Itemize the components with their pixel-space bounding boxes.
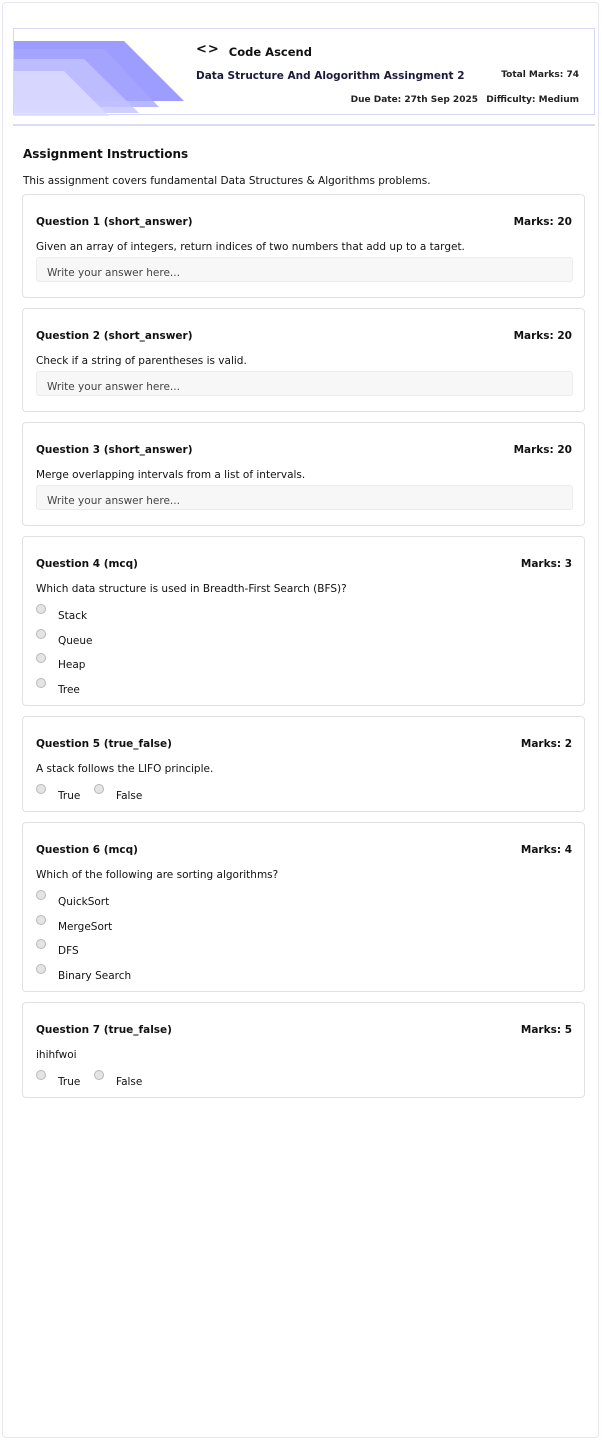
- total-marks: Total Marks: 74: [501, 70, 579, 80]
- radio-button[interactable]: [94, 1070, 104, 1080]
- option-label: True: [58, 1076, 81, 1088]
- option-label: DFS: [58, 945, 79, 957]
- question-title: Question 6 (mcq): [36, 844, 138, 856]
- question-card-3: Question 3 (short_answer) Marks: 20 Merg…: [22, 422, 585, 526]
- assignment-header: <> Code Ascend Data Structure And Alogor…: [13, 28, 595, 116]
- question-card-6: Question 6 (mcq) Marks: 4 Which of the f…: [22, 822, 585, 992]
- question-text: Merge overlapping intervals from a list …: [36, 469, 306, 481]
- question-text: ihihfwoi: [36, 1049, 77, 1061]
- radio-button[interactable]: [36, 964, 46, 974]
- difficulty: Difficulty: Medium: [486, 95, 579, 105]
- code-brackets-icon: <>: [196, 42, 220, 57]
- radio-button[interactable]: [36, 890, 46, 900]
- question-marks: Marks: 3: [520, 558, 572, 570]
- assignment-page: <> Code Ascend Data Structure And Alogor…: [2, 2, 599, 1438]
- header-divider: [13, 124, 595, 126]
- question-card-1: Question 1 (short_answer) Marks: 20 Give…: [22, 194, 585, 298]
- question-text: Given an array of integers, return indic…: [36, 241, 465, 253]
- question-card-5: Question 5 (true_false) Marks: 2 A stack…: [22, 716, 585, 812]
- radio-button[interactable]: [36, 939, 46, 949]
- question-marks: Marks: 4: [520, 844, 572, 856]
- question-text: A stack follows the LIFO principle.: [36, 763, 214, 775]
- question-title: Question 1 (short_answer): [36, 216, 193, 228]
- option-label: False: [116, 790, 143, 802]
- question-title: Question 2 (short_answer): [36, 330, 193, 342]
- question-marks: Marks: 2: [520, 738, 572, 750]
- brand-name: Code Ascend: [228, 45, 312, 59]
- header-banner-graphic: [14, 41, 184, 116]
- question-marks: Marks: 20: [513, 216, 572, 228]
- instructions-text: This assignment covers fundamental Data …: [23, 175, 431, 187]
- option-label: Stack: [58, 610, 88, 622]
- option-label: Heap: [58, 659, 86, 671]
- question-title: Question 5 (true_false): [36, 738, 172, 750]
- question-text: Which data structure is used in Breadth-…: [36, 583, 347, 595]
- radio-button[interactable]: [36, 604, 46, 614]
- option-label: False: [116, 1076, 143, 1088]
- option-label: MergeSort: [58, 921, 113, 933]
- radio-button[interactable]: [36, 784, 46, 794]
- radio-button[interactable]: [36, 915, 46, 925]
- question-text: Which of the following are sorting algor…: [36, 869, 279, 881]
- answer-input[interactable]: Write your answer here...: [36, 485, 573, 510]
- question-marks: Marks: 20: [513, 444, 572, 456]
- option-label: Tree: [58, 684, 80, 696]
- brand: <> Code Ascend: [196, 42, 312, 60]
- question-marks: Marks: 20: [513, 330, 572, 342]
- instructions-title: Assignment Instructions: [23, 147, 189, 161]
- option-label: True: [58, 790, 81, 802]
- option-label: Queue: [58, 635, 93, 647]
- question-card-4: Question 4 (mcq) Marks: 3 Which data str…: [22, 536, 585, 706]
- assignment-title: Data Structure And Alogorithm Assingment…: [196, 70, 465, 82]
- answer-input[interactable]: Write your answer here...: [36, 257, 573, 282]
- radio-button[interactable]: [36, 653, 46, 663]
- question-title: Question 7 (true_false): [36, 1024, 172, 1036]
- radio-button[interactable]: [94, 784, 104, 794]
- radio-button[interactable]: [36, 1070, 46, 1080]
- question-card-7: Question 7 (true_false) Marks: 5 ihihfwo…: [22, 1002, 585, 1098]
- due-date: Due Date: 27th Sep 2025: [350, 95, 478, 105]
- question-title: Question 3 (short_answer): [36, 444, 193, 456]
- question-title: Question 4 (mcq): [36, 558, 138, 570]
- question-text: Check if a string of parentheses is vali…: [36, 355, 247, 367]
- option-label: QuickSort: [58, 896, 110, 908]
- radio-button[interactable]: [36, 678, 46, 688]
- question-card-2: Question 2 (short_answer) Marks: 20 Chec…: [22, 308, 585, 412]
- option-label: Binary Search: [58, 970, 132, 982]
- answer-input[interactable]: Write your answer here...: [36, 371, 573, 396]
- question-marks: Marks: 5: [520, 1024, 572, 1036]
- radio-button[interactable]: [36, 629, 46, 639]
